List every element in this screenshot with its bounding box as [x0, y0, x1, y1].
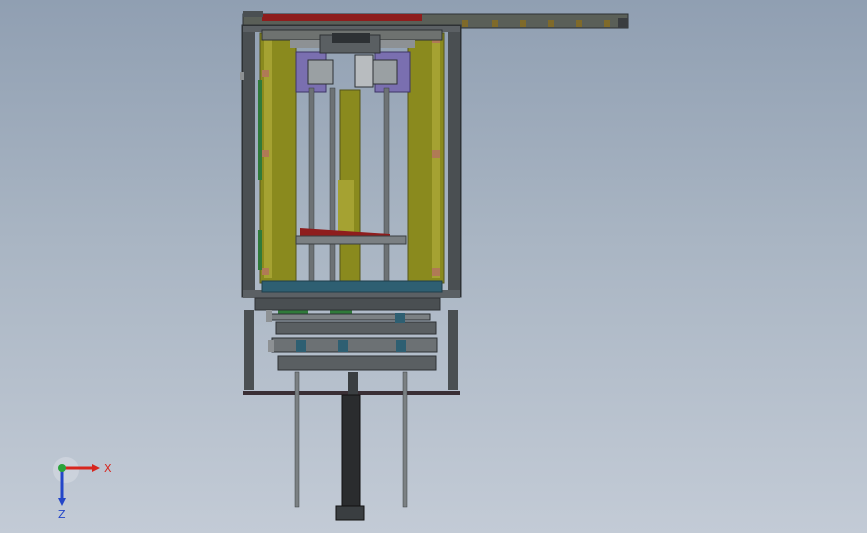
y-axis-dot — [58, 464, 66, 472]
center-column[interactable] — [338, 89, 361, 286]
left-olive-panel[interactable] — [259, 32, 297, 284]
bottom-plate[interactable] — [261, 280, 443, 293]
cad-model-view[interactable] — [0, 0, 867, 533]
graphics-viewport[interactable]: X Z — [0, 0, 867, 533]
z-axis-label: Z — [58, 508, 66, 521]
x-axis-label: X — [104, 462, 112, 475]
orientation-triad: X Z — [53, 457, 112, 521]
right-olive-panel[interactable] — [407, 32, 445, 284]
